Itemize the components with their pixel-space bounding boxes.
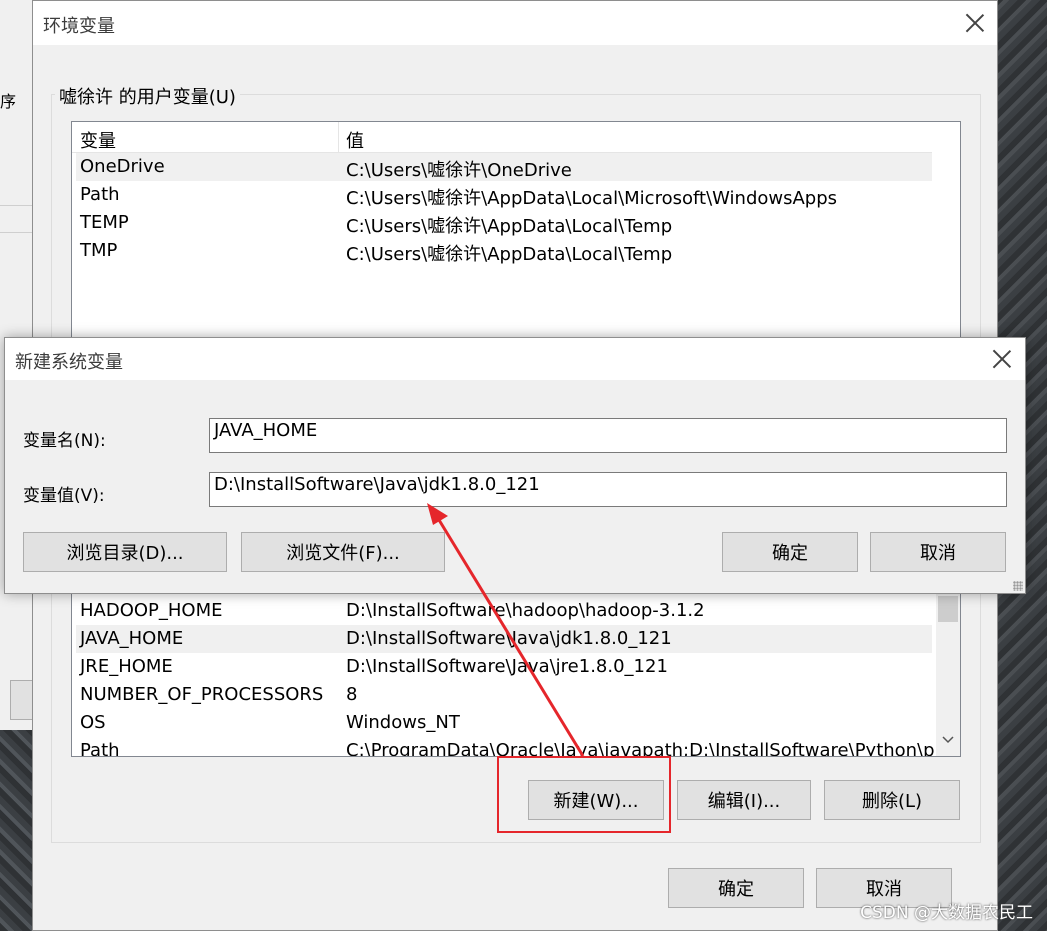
watermark: CSDN @大数据农民工 xyxy=(860,903,1033,923)
annotation-arrow xyxy=(427,503,585,757)
